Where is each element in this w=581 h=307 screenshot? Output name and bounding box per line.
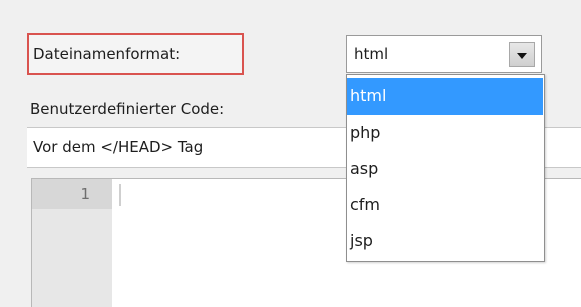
filename-format-label: Dateinamenformat:	[33, 45, 181, 63]
dropdown-option-jsp[interactable]: jsp	[347, 223, 543, 259]
dropdown-option-cfm[interactable]: cfm	[347, 187, 543, 223]
dropdown-option-html[interactable]: html	[347, 78, 543, 115]
custom-code-label: Benutzerdefinierter Code:	[30, 100, 225, 118]
filename-format-options[interactable]: html php asp cfm jsp	[347, 78, 543, 259]
custom-code-position-value[interactable]: Vor dem </HEAD> Tag	[33, 137, 203, 157]
dropdown-option-php[interactable]: php	[347, 115, 543, 151]
filename-format-selected-value[interactable]: html	[354, 44, 388, 64]
line-number: 1	[80, 185, 90, 203]
editor-cursor	[119, 184, 121, 206]
chevron-down-icon[interactable]	[509, 42, 535, 67]
dropdown-option-asp[interactable]: asp	[347, 151, 543, 187]
